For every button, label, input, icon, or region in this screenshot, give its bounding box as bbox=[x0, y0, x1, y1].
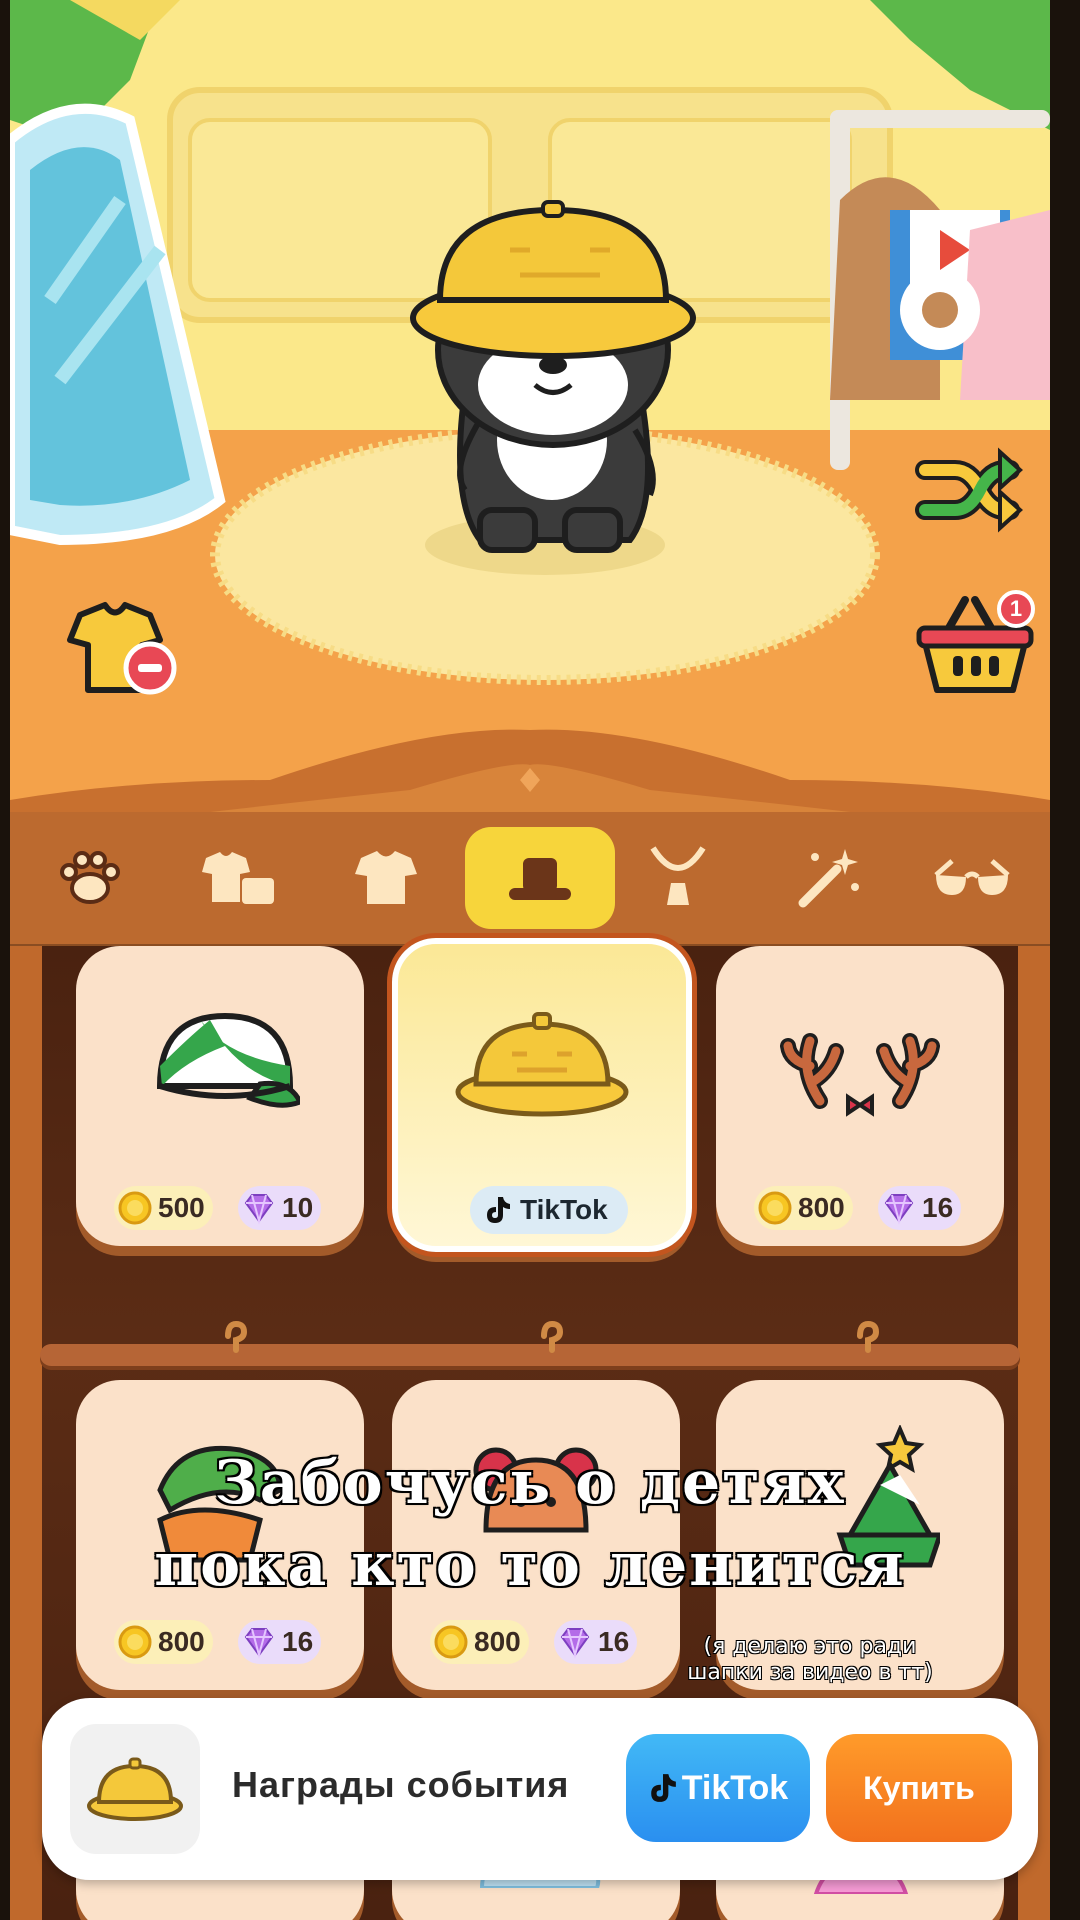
gem-price: 10 bbox=[238, 1186, 322, 1230]
yellow-helmet-icon bbox=[455, 1012, 629, 1117]
necklace-icon bbox=[650, 846, 706, 905]
coin-amount: 500 bbox=[158, 1192, 205, 1223]
video-caption-line1: Забочусь о детях bbox=[213, 1447, 846, 1520]
video-note-line1: (я делаю это ради bbox=[703, 1634, 917, 1659]
shuffle-icon bbox=[915, 447, 1023, 533]
gem-price: 16 bbox=[878, 1186, 962, 1230]
item-card-selected[interactable]: TikTok bbox=[392, 938, 692, 1252]
coin-amount: 800 bbox=[474, 1626, 521, 1657]
gem-icon bbox=[560, 1628, 590, 1659]
wardrobe-cornice bbox=[10, 729, 1050, 820]
coin-icon bbox=[118, 1191, 152, 1225]
game-screen: 1 500 10 TikTok 800 16 800 16 800 16 Заб… bbox=[10, 0, 1050, 1920]
tab-accessories[interactable] bbox=[622, 830, 734, 926]
tab-outfits[interactable] bbox=[182, 830, 294, 926]
gem-price: 16 bbox=[554, 1620, 638, 1664]
coin-icon bbox=[434, 1625, 468, 1659]
remove-clothes-button[interactable] bbox=[60, 600, 180, 700]
tiktok-source-badge: TikTok bbox=[470, 1186, 628, 1234]
tiktok-button-label: TikTok bbox=[681, 1768, 789, 1807]
cart-button[interactable]: 1 bbox=[915, 590, 1035, 700]
item-card[interactable]: 800 16 bbox=[716, 946, 1004, 1246]
wardrobe-left-side bbox=[10, 946, 42, 1920]
tiktok-icon bbox=[487, 1197, 510, 1223]
tab-glasses[interactable] bbox=[916, 830, 1028, 926]
buy-button[interactable]: Купить bbox=[826, 1734, 1012, 1842]
video-note: (я делаю это ради шапки за видео в тт) bbox=[640, 1634, 980, 1686]
gem-icon bbox=[244, 1628, 274, 1659]
gem-amount: 16 bbox=[598, 1626, 630, 1657]
category-tabs bbox=[10, 812, 1050, 948]
coin-amount: 800 bbox=[798, 1192, 845, 1223]
cart-badge: 1 bbox=[997, 590, 1035, 628]
event-rewards-label: Награды события bbox=[232, 1764, 570, 1805]
shirt-remove-icon bbox=[67, 602, 177, 695]
glasses-icon bbox=[934, 859, 1010, 895]
buy-button-label: Купить bbox=[863, 1769, 975, 1806]
gem-amount: 10 bbox=[282, 1192, 314, 1223]
gem-icon bbox=[244, 1194, 274, 1225]
coin-icon bbox=[118, 1625, 152, 1659]
paw-icon bbox=[60, 851, 120, 904]
cart-badge-count: 1 bbox=[1009, 596, 1023, 621]
tiktok-source-label: TikTok bbox=[520, 1194, 608, 1225]
selected-item-thumbnail bbox=[70, 1724, 200, 1854]
coin-price: 800 bbox=[754, 1186, 853, 1230]
antlers-icon bbox=[780, 1033, 940, 1117]
hanger bbox=[225, 1320, 248, 1353]
tab-pets[interactable] bbox=[34, 830, 146, 926]
hanger bbox=[541, 1320, 564, 1353]
magic-wand-icon bbox=[798, 849, 859, 908]
gem-price: 16 bbox=[238, 1620, 322, 1664]
shuffle-outfit-button[interactable] bbox=[915, 440, 1025, 540]
hat-icon bbox=[509, 858, 571, 900]
tab-effects[interactable] bbox=[772, 830, 884, 926]
outfit-set-icon bbox=[202, 852, 274, 904]
hanger bbox=[857, 1320, 880, 1353]
gem-icon bbox=[884, 1194, 914, 1225]
tab-tops[interactable] bbox=[330, 830, 442, 926]
coin-price: 500 bbox=[114, 1186, 213, 1230]
video-note-line2: шапки за видео в тт) bbox=[687, 1660, 933, 1685]
tab-hats[interactable] bbox=[465, 827, 615, 929]
coin-price: 800 bbox=[114, 1620, 213, 1664]
video-caption-line2: пока кто то ленится bbox=[153, 1529, 906, 1602]
item-card[interactable]: 500 10 bbox=[76, 946, 364, 1246]
tiktok-button[interactable]: TikTok bbox=[626, 1734, 810, 1842]
tiktok-icon bbox=[650, 1774, 676, 1802]
coin-price: 800 bbox=[430, 1620, 529, 1664]
coin-amount: 800 bbox=[158, 1626, 205, 1657]
gem-amount: 16 bbox=[282, 1626, 314, 1657]
dressing-room-scene: 1 bbox=[10, 0, 1050, 820]
gem-amount: 16 bbox=[922, 1192, 954, 1223]
event-rewards-bar: Награды события TikTok Купить bbox=[42, 1698, 1038, 1880]
coin-icon bbox=[758, 1191, 792, 1225]
yellow-helmet-icon bbox=[87, 1757, 183, 1821]
green-cap-icon bbox=[156, 1012, 300, 1108]
shirt-icon bbox=[355, 851, 417, 904]
